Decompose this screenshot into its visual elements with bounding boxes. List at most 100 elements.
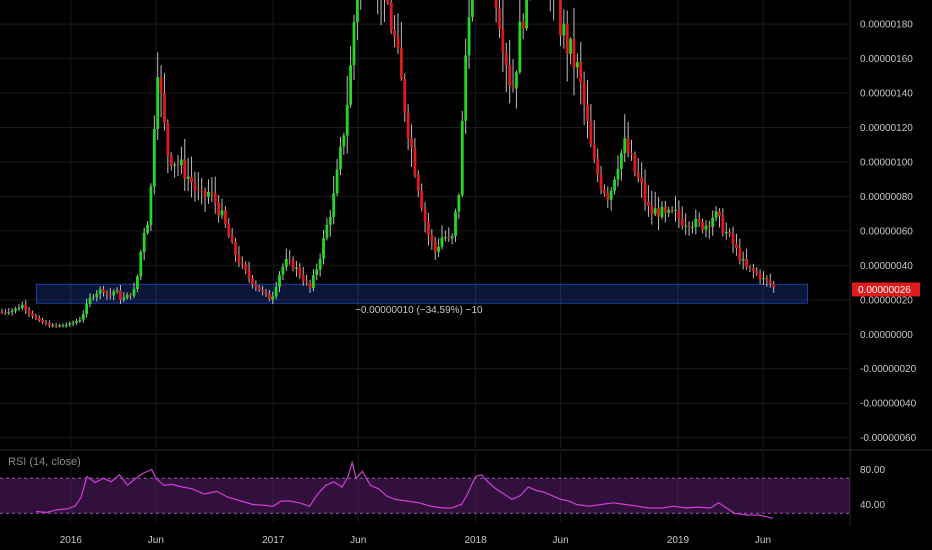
candle-body — [741, 258, 745, 261]
price-axis-label: 0.00000180 — [860, 20, 913, 31]
candle-body — [291, 259, 295, 269]
candle-body — [183, 159, 187, 179]
candle-body — [589, 120, 593, 145]
rsi-axis[interactable]: 80.00 40.00 — [860, 465, 885, 511]
candle-body — [325, 224, 329, 238]
time-axis-label: Jun — [148, 535, 164, 546]
candle-body — [190, 176, 193, 183]
candle-body — [389, 2, 393, 31]
candle-body — [135, 276, 139, 290]
candle-body — [81, 313, 85, 320]
candle-body — [339, 146, 342, 170]
candle-body — [758, 273, 762, 280]
candle-body — [78, 319, 82, 322]
candle-body — [342, 135, 346, 147]
candle-body — [24, 304, 28, 311]
rsi-indicator-title[interactable]: RSI (14, close) — [8, 456, 81, 468]
candle-body — [765, 278, 769, 281]
candle-body — [521, 21, 525, 29]
candle-body — [95, 293, 99, 298]
candle-body — [707, 225, 711, 227]
price-axis[interactable]: 0.00000180 0.00000160 0.00000140 0.00000120… — [860, 20, 917, 445]
candle-body — [61, 325, 65, 327]
candle-body — [768, 280, 772, 284]
candle-body — [98, 289, 102, 294]
candle-body — [650, 206, 654, 215]
candle-body — [332, 193, 336, 218]
chart-canvas[interactable]: 0.00000180 0.00000160 0.00000140 0.00000120… — [0, 0, 932, 550]
candle-body — [227, 223, 231, 236]
candle-body — [156, 77, 160, 129]
candle-body — [416, 174, 420, 191]
candle-body — [112, 291, 116, 296]
time-axis-label: 2017 — [262, 535, 285, 546]
candle-body — [217, 202, 221, 216]
candle-body — [284, 258, 288, 267]
rsi-pane — [0, 460, 850, 520]
candle-body — [179, 159, 183, 166]
candle-body — [301, 275, 305, 281]
candle-body — [108, 293, 112, 296]
rsi-axis-label: 40.00 — [860, 500, 885, 511]
time-axis-label: 2016 — [60, 535, 83, 546]
candle-body — [34, 316, 38, 318]
candle-body — [433, 241, 437, 252]
candle-body — [406, 112, 410, 139]
candle-body — [460, 120, 464, 196]
price-axis-label: 0.00000140 — [860, 89, 913, 100]
candle-body — [660, 206, 664, 217]
candle-body — [670, 209, 674, 211]
candle-body — [471, 0, 474, 18]
candle-body — [247, 270, 251, 278]
candle-body — [254, 284, 258, 287]
candle-body — [599, 174, 603, 189]
candle-body — [647, 201, 650, 207]
candle-body — [667, 209, 671, 213]
candle-body — [762, 278, 765, 280]
candle-body — [687, 225, 691, 228]
candle-body — [701, 222, 704, 230]
candle-body — [257, 286, 261, 290]
candle-body — [467, 17, 471, 56]
candle-body — [251, 277, 254, 285]
candle-body — [525, 0, 528, 29]
candle-body — [450, 236, 454, 239]
candle-body — [423, 208, 427, 222]
candle-body — [274, 286, 278, 297]
candle-body — [305, 280, 309, 283]
candle-body — [663, 206, 667, 213]
candle-body — [146, 224, 149, 233]
candle-body — [640, 177, 644, 184]
candle-body — [613, 179, 616, 191]
candle-body — [603, 188, 606, 193]
candle-body — [264, 291, 268, 294]
candle-body — [724, 232, 728, 234]
candle-body — [322, 237, 325, 259]
measure-range-box[interactable] — [35, 283, 808, 304]
candle-body — [569, 38, 572, 54]
candle-body — [169, 155, 173, 166]
candle-body — [210, 192, 214, 194]
candle-body — [440, 237, 444, 247]
candle-body — [565, 23, 569, 54]
candle-body — [501, 28, 505, 53]
time-axis[interactable]: 2016 Jun 2017 Jun 2018 Jun 2019 Jun — [60, 535, 771, 546]
candle-body — [288, 258, 292, 260]
candle-body — [213, 193, 217, 203]
candle-body — [748, 267, 752, 269]
candle-body — [58, 325, 61, 327]
candle-body — [166, 123, 170, 156]
candle-body — [420, 190, 424, 209]
candle-body — [396, 36, 400, 49]
candle-body — [186, 176, 190, 179]
candle-body — [193, 182, 197, 190]
candle-body — [653, 208, 657, 215]
price-axis-label: 0.00000000 — [860, 330, 913, 341]
candle-body — [298, 267, 302, 276]
candle-body — [518, 21, 522, 73]
candle-body — [447, 237, 451, 239]
candle-body — [386, 0, 390, 3]
candle-body — [684, 225, 688, 227]
candle-body — [115, 290, 119, 292]
candle-body — [230, 235, 234, 242]
